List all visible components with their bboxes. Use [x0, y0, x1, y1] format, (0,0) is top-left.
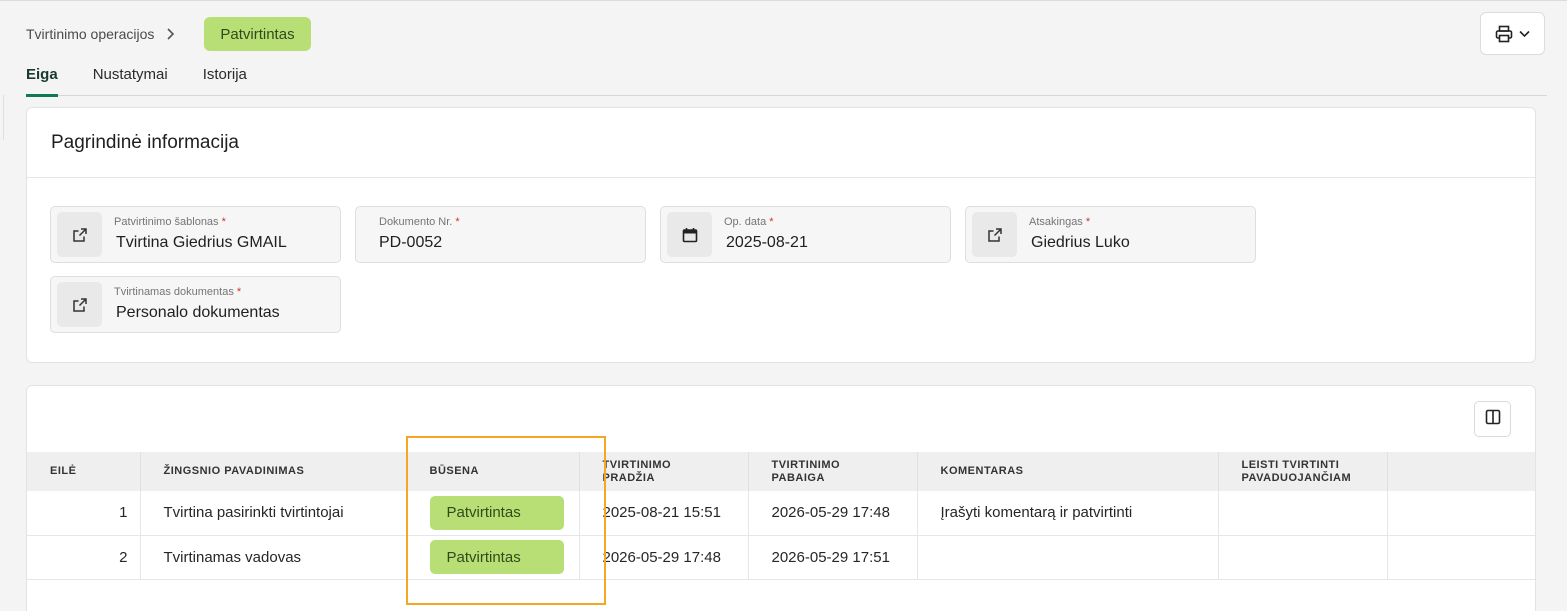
cell-order: 1 — [27, 491, 141, 535]
steps-table: EILĖ ŽINGSNIO PAVADINIMAS BŪSENA TVIRTIN… — [27, 452, 1535, 580]
cell-status: Patvirtintas — [406, 491, 580, 535]
field-value: PD-0052 — [379, 234, 443, 251]
columns-icon — [1485, 409, 1501, 430]
columns-toggle-button[interactable] — [1474, 401, 1511, 437]
op-date-field[interactable]: Op. data * 2025-08-21 — [660, 206, 951, 263]
cell-extra — [1387, 535, 1535, 579]
external-link-icon[interactable] — [57, 282, 102, 327]
breadcrumb: Tvirtinimo operacijos Patvirtintas — [26, 17, 311, 51]
breadcrumb-parent-link[interactable]: Tvirtinimo operacijos — [26, 26, 154, 42]
field-value: Personalo dokumentas — [116, 304, 280, 321]
responsible-field[interactable]: Atsakingas * Giedrius Luko — [965, 206, 1256, 263]
field-value: 2025-08-21 — [726, 234, 808, 251]
printer-icon — [1495, 25, 1513, 43]
template-field[interactable]: Patvirtinimo šablonas * Tvirtina Giedrius… — [50, 206, 341, 263]
cell-deputy — [1218, 535, 1388, 579]
column-header-status[interactable]: BŪSENA — [406, 452, 580, 491]
column-header-start[interactable]: TVIRTINIMO PRADŽIA — [579, 452, 749, 491]
calendar-icon[interactable] — [667, 212, 712, 257]
external-link-icon[interactable] — [57, 212, 102, 257]
table-row[interactable]: 1 Tvirtina pasirinkti tvirtintojai Patvi… — [27, 491, 1535, 535]
cell-start: 2025-08-21 15:51 — [579, 491, 749, 535]
document-number-field[interactable]: Dokumento Nr. * PD-0052 — [355, 206, 646, 263]
external-link-icon[interactable] — [972, 212, 1017, 257]
steps-table-card: EILĖ ŽINGSNIO PAVADINIMAS BŪSENA TVIRTIN… — [26, 385, 1536, 611]
field-label: Tvirtinamas dokumentas * — [114, 286, 242, 298]
left-divider — [3, 95, 4, 140]
field-value: Giedrius Luko — [1031, 234, 1130, 251]
cell-end: 2026-05-29 17:48 — [748, 491, 918, 535]
section-title: Pagrindinė informacija — [51, 132, 239, 153]
field-label: Dokumento Nr. * — [379, 216, 460, 228]
tab-nustatymai[interactable]: Nustatymai — [93, 66, 168, 96]
chevron-right-icon — [166, 28, 176, 40]
cell-deputy — [1218, 491, 1388, 535]
cell-step-name: Tvirtinamas vadovas — [140, 535, 407, 579]
status-badge: Patvirtintas — [204, 17, 311, 51]
column-header-step-name[interactable]: ŽINGSNIO PAVADINIMAS — [140, 452, 407, 491]
tab-eiga[interactable]: Eiga — [26, 66, 58, 97]
status-badge: Patvirtintas — [429, 540, 564, 574]
cell-extra — [1387, 491, 1535, 535]
column-header-end[interactable]: TVIRTINIMO PABAIGA — [748, 452, 918, 491]
table-header-row: EILĖ ŽINGSNIO PAVADINIMAS BŪSENA TVIRTIN… — [27, 452, 1535, 491]
tab-bar: Eiga Nustatymai Istorija — [26, 66, 1547, 97]
column-header-order[interactable]: EILĖ — [27, 452, 141, 491]
cell-start: 2026-05-29 17:48 — [579, 535, 749, 579]
cell-status: Patvirtintas — [406, 535, 580, 579]
cell-step-name: Tvirtina pasirinkti tvirtintojai — [140, 491, 407, 535]
field-label: Patvirtinimo šablonas * — [114, 216, 226, 228]
column-header-comment[interactable]: KOMENTARAS — [917, 452, 1219, 491]
column-header-extra — [1387, 452, 1535, 491]
tab-istorija[interactable]: Istorija — [203, 66, 247, 96]
main-info-card: Pagrindinė informacija Patvirtinimo šabl… — [26, 107, 1536, 363]
field-value: Tvirtina Giedrius GMAIL — [116, 234, 287, 251]
field-label: Op. data * — [724, 216, 774, 228]
cell-end: 2026-05-29 17:51 — [748, 535, 918, 579]
top-border — [0, 0, 1567, 1]
field-label: Atsakingas * — [1029, 216, 1091, 228]
cell-comment — [917, 535, 1219, 579]
column-header-deputy[interactable]: LEISTI TVIRTINTI PAVADUOJANČIAM — [1218, 452, 1388, 491]
status-badge: Patvirtintas — [429, 495, 564, 530]
divider — [27, 177, 1535, 178]
cell-order: 2 — [27, 535, 141, 579]
cell-comment: Įrašyti komentarą ir patvirtinti — [917, 491, 1219, 535]
approved-document-field[interactable]: Tvirtinamas dokumentas * Personalo dokume… — [50, 276, 341, 333]
table-row[interactable]: 2 Tvirtinamas vadovas Patvirtintas 2026-… — [27, 535, 1535, 579]
chevron-down-icon — [1519, 30, 1530, 38]
print-button[interactable] — [1480, 12, 1545, 55]
